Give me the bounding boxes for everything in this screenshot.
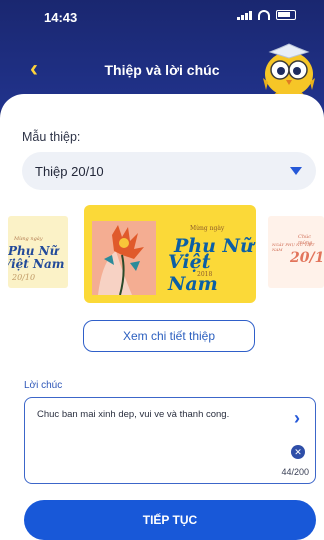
character-counter: 44/200 bbox=[281, 467, 309, 477]
card-thumbnail-selected[interactable]: Mừng ngày Phụ Nữ Việt Nam 2018 bbox=[84, 205, 256, 303]
wish-label: Lời chúc bbox=[24, 380, 63, 391]
status-icons bbox=[237, 10, 296, 20]
clear-icon[interactable]: ✕ bbox=[291, 445, 305, 459]
template-dropdown[interactable]: Thiệp 20/10 bbox=[22, 152, 316, 190]
card-main-year: 2018 bbox=[197, 271, 213, 278]
card-right-line1: 20/10 bbox=[290, 250, 324, 266]
card-main-small: Mừng ngày bbox=[190, 225, 225, 232]
battery-icon bbox=[276, 10, 296, 20]
wifi-icon bbox=[258, 10, 270, 20]
card-illustration bbox=[92, 221, 156, 295]
status-bar: 14:43 bbox=[0, 6, 324, 28]
wish-text: Chuc ban mai xinh dep, vui ve và thanh c… bbox=[37, 409, 230, 420]
card-left-small: Mừng ngày bbox=[14, 236, 43, 242]
caret-down-icon bbox=[290, 167, 302, 175]
wish-textarea[interactable]: Chuc ban mai xinh dep, vui ve và thanh c… bbox=[24, 397, 316, 484]
card-left-line3: 20/10 bbox=[12, 273, 36, 282]
card-thumbnail-previous[interactable]: Mừng ngày Phụ Nữ Việt Nam 20/10 bbox=[8, 216, 68, 288]
template-dropdown-value: Thiệp 20/10 bbox=[35, 164, 104, 179]
card-thumbnail-next[interactable]: Chúc mừng NGÀY PHỤ NỮ VIỆT NAM 20/10 bbox=[268, 216, 324, 288]
template-label: Mẫu thiệp: bbox=[22, 130, 81, 144]
card-left-line1: Phụ Nữ bbox=[8, 244, 59, 258]
card-carousel[interactable]: Mừng ngày Phụ Nữ Việt Nam 20/10 Mừng ngà… bbox=[0, 200, 324, 303]
view-card-details-button[interactable]: Xem chi tiết thiệp bbox=[83, 320, 255, 352]
status-time: 14:43 bbox=[44, 10, 78, 25]
chevron-right-icon[interactable]: › bbox=[289, 408, 305, 428]
continue-button[interactable]: TIẾP TỤC bbox=[24, 500, 316, 540]
card-left-line2: Việt Nam bbox=[8, 257, 65, 271]
signal-icon bbox=[237, 10, 252, 20]
